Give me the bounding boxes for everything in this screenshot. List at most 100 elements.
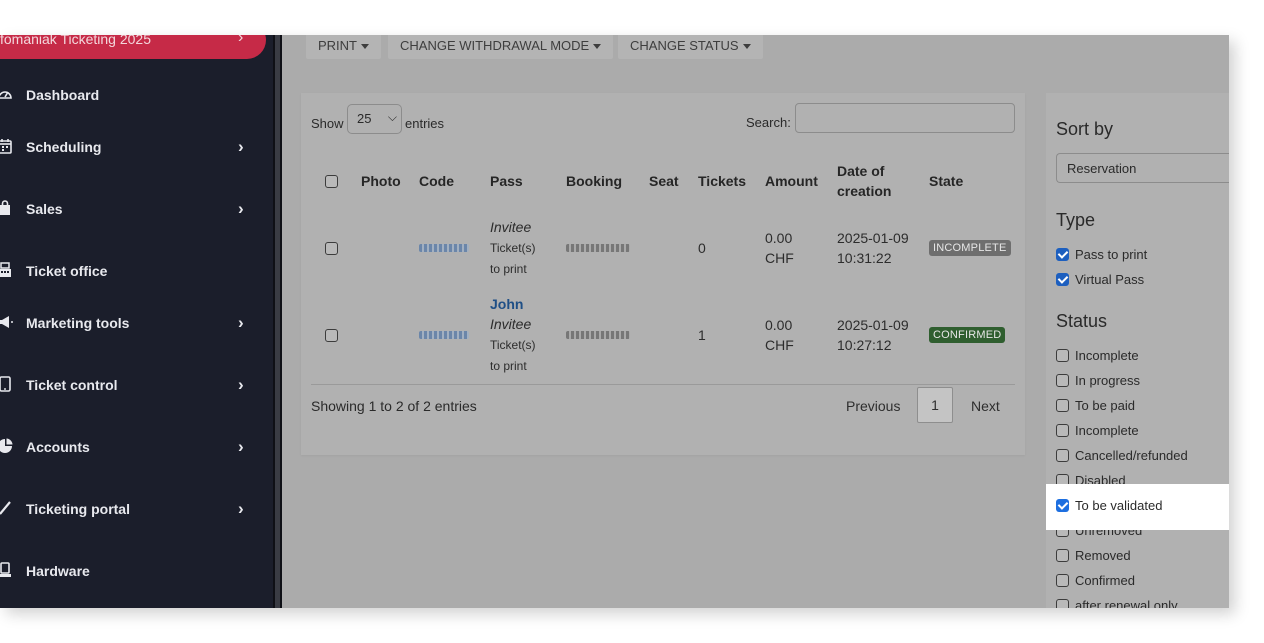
status-option-incomplete[interactable]: Incomplete	[1056, 348, 1139, 363]
sidebar-item-ticketing-portal[interactable]: Ticketing portal ›	[0, 489, 273, 529]
sort-by-select[interactable]: Reservation	[1056, 153, 1229, 183]
checkbox-checked[interactable]	[1056, 248, 1069, 261]
sidebar-item-hardware[interactable]: Hardware	[0, 551, 273, 591]
pencil-icon	[0, 499, 14, 517]
entries-per-page-select[interactable]: 25 ⌵	[347, 104, 402, 134]
time-value: 10:27:12	[837, 337, 892, 353]
chevron-right-icon: ›	[238, 499, 244, 518]
currency-value: CHF	[765, 250, 794, 266]
amount-value: 0.00	[765, 230, 793, 246]
redacted-code[interactable]	[419, 331, 469, 339]
column-header-photo[interactable]: Photo	[361, 171, 401, 191]
column-header-tickets[interactable]: Tickets	[698, 171, 746, 191]
sidebar-item-sales[interactable]: Sales ›	[0, 189, 273, 229]
column-header-date-of-creation[interactable]: Date of creation	[837, 161, 891, 201]
chevron-right-icon: ›	[238, 137, 244, 156]
sidebar-item-ticket-office[interactable]: Ticket office	[0, 251, 273, 291]
sidebar-item-label: Ticket control	[26, 377, 118, 393]
megaphone-icon	[0, 313, 14, 331]
column-header-booking[interactable]: Booking	[566, 171, 622, 191]
sidebar-item-label: Sales	[26, 201, 63, 217]
type-heading: Type	[1056, 210, 1096, 230]
column-header-amount[interactable]: Amount	[765, 171, 818, 191]
search-input[interactable]	[795, 103, 1015, 133]
project-name: fomaniak Ticketing 2025	[0, 35, 151, 47]
redacted-code[interactable]	[419, 244, 469, 252]
column-header-code[interactable]: Code	[419, 171, 454, 191]
sidebar: fomaniak Ticketing 2025 › Dashboard Sche…	[0, 35, 273, 608]
checkbox[interactable]	[1056, 424, 1069, 437]
column-header-pass[interactable]: Pass	[490, 171, 523, 191]
entries-label: entries	[405, 116, 445, 131]
sidebar-item-label: Ticketing portal	[26, 501, 130, 517]
checkbox[interactable]	[1056, 349, 1069, 362]
row-checkbox[interactable]	[325, 329, 338, 342]
redacted-booking[interactable]	[566, 244, 630, 252]
pagination-page-1[interactable]: 1	[917, 387, 953, 423]
chevron-right-icon: ›	[238, 35, 244, 46]
amount-value: 0.00	[765, 317, 793, 333]
table-divider	[311, 384, 1015, 385]
caret-down-icon	[361, 44, 369, 50]
status-option-removed[interactable]: Removed	[1056, 548, 1131, 563]
pagination-previous[interactable]: Previous	[846, 398, 900, 414]
sidebar-item-scheduling[interactable]: Scheduling ›	[0, 127, 273, 167]
hardware-icon	[0, 561, 14, 579]
tablet-icon	[0, 375, 14, 393]
row-checkbox[interactable]	[325, 242, 338, 255]
calendar-icon	[0, 137, 14, 155]
sidebar-divider	[273, 35, 282, 608]
column-header-seat[interactable]: Seat	[649, 171, 679, 191]
status-option-in-progress[interactable]: In progress	[1056, 373, 1140, 388]
checkbox[interactable]	[1056, 549, 1069, 562]
pass-type: Invitee	[490, 219, 532, 235]
checkbox[interactable]	[1056, 399, 1069, 412]
type-option-virtual-pass[interactable]: Virtual Pass	[1056, 272, 1144, 287]
sidebar-item-ticket-control[interactable]: Ticket control ›	[0, 365, 273, 405]
project-selector[interactable]: fomaniak Ticketing 2025 ›	[0, 35, 266, 59]
pass-line: to print	[490, 262, 527, 276]
sidebar-item-label: Accounts	[26, 439, 90, 455]
status-option-to-be-validated[interactable]: To be validated	[1056, 498, 1162, 513]
chevron-right-icon: ›	[238, 199, 244, 218]
redacted-booking[interactable]	[566, 331, 630, 339]
checkbox[interactable]	[1056, 374, 1069, 387]
status-option-incomplete-2[interactable]: Incomplete	[1056, 423, 1139, 438]
print-dropdown-button[interactable]: PRINT	[306, 35, 381, 59]
status-option-confirmed[interactable]: Confirmed	[1056, 573, 1135, 588]
sort-by-heading: Sort by	[1056, 119, 1114, 139]
pagination-next[interactable]: Next	[971, 398, 1000, 414]
status-badge: INCOMPLETE	[929, 240, 1011, 256]
column-header-state[interactable]: State	[929, 171, 963, 191]
pass-line: to print	[490, 359, 527, 373]
status-option-to-be-paid[interactable]: To be paid	[1056, 398, 1135, 413]
sidebar-item-label: Ticket office	[26, 263, 108, 279]
sidebar-item-marketing-tools[interactable]: Marketing tools ›	[0, 303, 273, 343]
sidebar-item-label: Marketing tools	[26, 315, 130, 331]
change-status-button[interactable]: CHANGE STATUS	[618, 35, 763, 59]
bag-icon	[0, 199, 14, 217]
date-value: 2025-01-09	[837, 317, 909, 333]
status-option-cancelled-refunded[interactable]: Cancelled/refunded	[1056, 448, 1188, 463]
type-option-pass-to-print[interactable]: Pass to print	[1056, 247, 1147, 262]
checkbox[interactable]	[1056, 574, 1069, 587]
checkbox[interactable]	[1056, 449, 1069, 462]
show-label: Show	[311, 116, 344, 131]
checkbox-checked[interactable]	[1056, 499, 1069, 512]
change-withdrawal-mode-button[interactable]: CHANGE WITHDRAWAL MODE	[388, 35, 614, 59]
chevron-right-icon: ›	[238, 437, 244, 456]
select-all-checkbox[interactable]	[325, 175, 338, 188]
tickets-value: 1	[698, 327, 706, 343]
pass-holder-link[interactable]: John	[490, 294, 523, 314]
checkbox-checked[interactable]	[1056, 273, 1069, 286]
sidebar-item-accounts[interactable]: Accounts ›	[0, 427, 273, 467]
checkbox[interactable]	[1056, 599, 1069, 608]
status-option-after-renewal-only[interactable]: after renewal only	[1056, 598, 1178, 608]
currency-value: CHF	[765, 337, 794, 353]
filters-panel: Sort by Reservation Type Pass to print V…	[1046, 93, 1229, 608]
sidebar-item-dashboard[interactable]: Dashboard	[0, 75, 273, 115]
app-window: fomaniak Ticketing 2025 › Dashboard Sche…	[0, 35, 1229, 608]
time-value: 10:31:22	[837, 250, 892, 266]
pass-type: Invitee	[490, 316, 532, 332]
ticket-office-icon	[0, 261, 14, 279]
